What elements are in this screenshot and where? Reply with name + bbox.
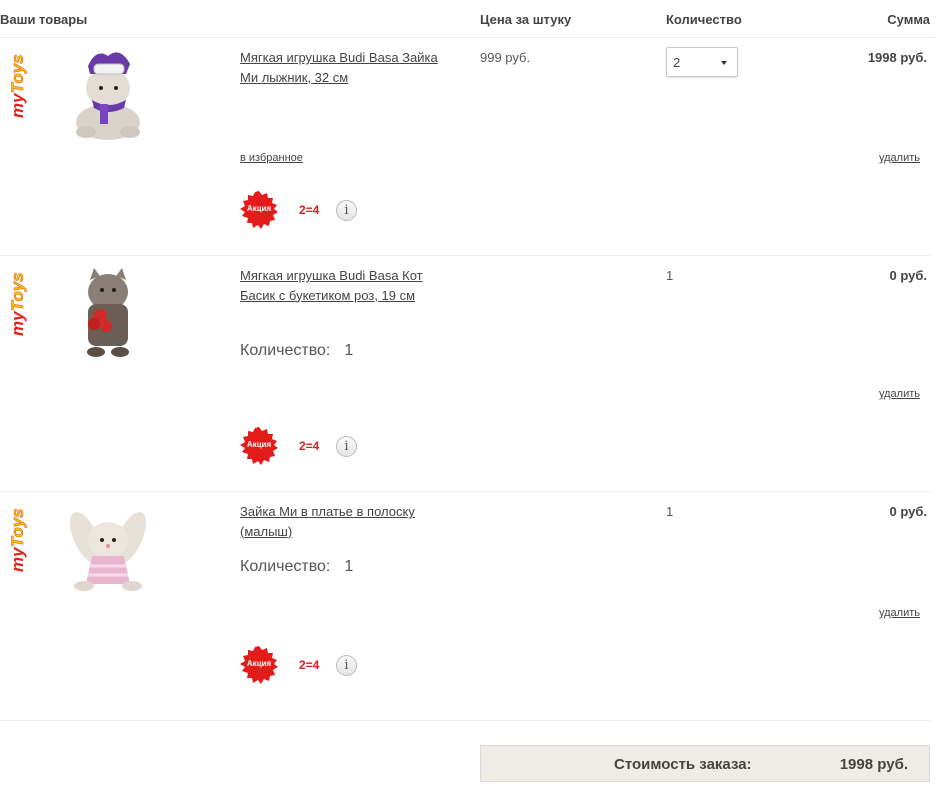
svg-text:myToys: myToys (8, 54, 27, 118)
promo-badge-label: Акция (246, 659, 272, 668)
cart-table-header: Ваши товары Цена за штуку Количество Сум… (0, 0, 935, 38)
line-sum: 1998 руб. (867, 50, 927, 65)
info-icon[interactable]: i (336, 436, 357, 457)
promo-badge-label: Акция (246, 440, 272, 449)
order-total-label: Стоимость заказа: (614, 756, 752, 773)
header-quantity: Количество (666, 12, 742, 27)
promo-offer: 2=4 (299, 203, 320, 217)
quantity-summary: Количество: 1 (240, 342, 353, 360)
cart-item-row: myToys Мягкая игрушка Budi Basa Кот Баси… (0, 256, 931, 492)
mytoys-logo-icon: myToys (8, 54, 27, 118)
header-goods: Ваши товары (0, 12, 88, 27)
promo-offer: 2=4 (299, 439, 320, 453)
quantity-value: 1 (344, 558, 354, 575)
product-image-cat-basik[interactable] (58, 262, 158, 362)
line-sum: 0 руб. (889, 268, 927, 283)
mytoys-logo-icon: myToys (8, 272, 27, 336)
promo-block: Акция 2=4 i (240, 427, 370, 467)
header-price: Цена за штуку (480, 12, 572, 27)
quantity-label: Количество: (240, 342, 331, 359)
quantity-select[interactable]: 2 (666, 47, 738, 77)
quantity-value-plain: 1 (666, 268, 674, 283)
quantity-label: Количество: (240, 558, 331, 575)
unit-price: 999 руб. (480, 50, 531, 65)
product-image-bunny-dress[interactable] (58, 498, 158, 598)
promo-offer: 2=4 (299, 658, 320, 672)
order-total-box: Стоимость заказа: 1998 руб. (480, 745, 930, 782)
line-sum: 0 руб. (889, 504, 927, 519)
header-sum: Сумма (887, 12, 930, 27)
order-total-value: 1998 руб. (839, 756, 908, 773)
mytoys-logo-icon: myToys (8, 508, 27, 572)
product-title-link[interactable]: Мягкая игрушка Budi Basa Зайка Ми лыжник… (240, 48, 440, 87)
cart-item-row: myToys Зайка Ми в платье в полоску (малы… (0, 492, 931, 721)
chevron-down-icon (721, 61, 727, 65)
promo-badge-label: Акция (246, 204, 272, 213)
svg-text:myToys: myToys (8, 272, 27, 336)
quantity-value-plain: 1 (666, 504, 674, 519)
product-title-link[interactable]: Зайка Ми в платье в полоску (малыш) (240, 502, 440, 541)
delete-item-link[interactable]: удалить (879, 152, 920, 164)
delete-item-link[interactable]: удалить (879, 388, 920, 400)
product-title-link[interactable]: Мягкая игрушка Budi Basa Кот Басик с бук… (240, 266, 440, 305)
delete-item-link[interactable]: удалить (879, 607, 920, 619)
info-icon[interactable]: i (336, 655, 357, 676)
quantity-summary: Количество: 1 (240, 558, 353, 576)
svg-text:myToys: myToys (8, 508, 27, 572)
info-icon[interactable]: i (336, 200, 357, 221)
promo-block: Акция 2=4 i (240, 191, 370, 231)
add-to-favorites-link[interactable]: в избранное (240, 152, 303, 164)
cart-item-row: myToys Мягкая игрушка Budi Basa Зайка Ми… (0, 38, 931, 256)
product-image-bunny-skier[interactable] (58, 44, 158, 144)
promo-block: Акция 2=4 i (240, 646, 370, 686)
quantity-value: 1 (344, 342, 354, 359)
quantity-select-value: 2 (673, 55, 681, 70)
